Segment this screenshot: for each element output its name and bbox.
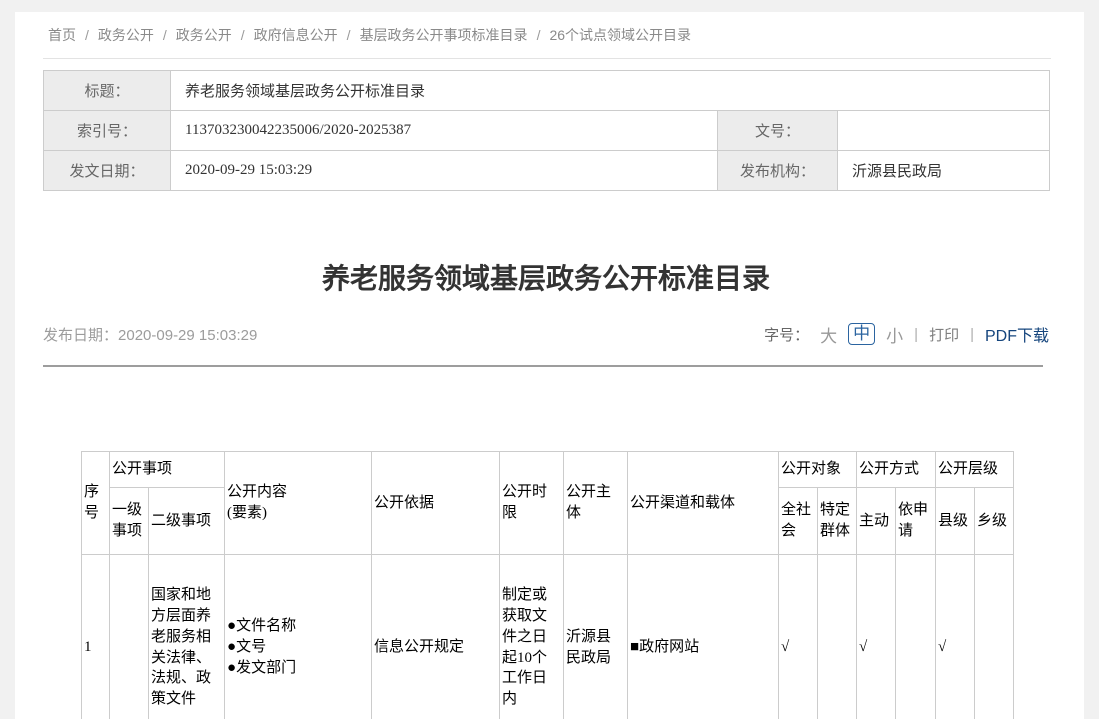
cell-seq: 1 xyxy=(82,555,110,719)
cell-level2: 国家和地方层面养老服务相关法律、法规、政策文件 xyxy=(149,555,225,719)
meta-date-label: 发文日期： xyxy=(44,151,171,191)
toolbar-separator: | xyxy=(970,326,974,343)
cell-content: ●文件名称 ●文号 ●发文部门 xyxy=(225,555,372,719)
catalog-header-row-1: 序号 公开事项 公开内容 (要素) 公开依据 公开时限 公开主体 公开渠道和载体… xyxy=(82,452,1014,488)
font-size-large-button[interactable]: 大 xyxy=(820,322,837,347)
cell-level-township xyxy=(975,555,1014,719)
content-panel: 首页 / 政务公开 / 政务公开 / 政府信息公开 / 基层政务公开事项标准目录… xyxy=(15,12,1084,719)
catalog-table: 序号 公开事项 公开内容 (要素) 公开依据 公开时限 公开主体 公开渠道和载体… xyxy=(81,451,1014,719)
header-level-county: 县级 xyxy=(936,488,975,555)
header-channel: 公开渠道和载体 xyxy=(628,452,779,555)
cell-time-limit: 制定或获取文件之日起10个工作日内 xyxy=(500,555,564,719)
font-size-small-button[interactable]: 小 xyxy=(886,322,903,347)
article-info-bar: 发布日期：2020-09-29 15:03:29 字号： 大 中 小 | 打印 … xyxy=(43,317,1049,351)
meta-org-value: 沂源县民政局 xyxy=(838,151,1050,191)
document-meta-table: 标题： 养老服务领域基层政务公开标准目录 索引号： 11370323004223… xyxy=(43,70,1050,191)
header-subject: 公开主体 xyxy=(564,452,628,555)
header-basis: 公开依据 xyxy=(372,452,500,555)
breadcrumb-item-zwgk2[interactable]: 政务公开 xyxy=(176,26,232,44)
cell-level-county: √ xyxy=(936,555,975,719)
toolbar-separator: | xyxy=(914,326,918,343)
meta-title-value: 养老服务领域基层政务公开标准目录 xyxy=(171,71,1050,111)
header-method-group: 公开方式 xyxy=(857,452,936,488)
cell-method-request xyxy=(896,555,936,719)
meta-docnum-value xyxy=(838,111,1050,151)
breadcrumb: 首页 / 政务公开 / 政务公开 / 政府信息公开 / 基层政务公开事项标准目录… xyxy=(48,26,691,44)
meta-date-value: 2020-09-29 15:03:29 xyxy=(171,151,718,191)
font-size-medium-button[interactable]: 中 xyxy=(848,323,875,346)
meta-docnum-label: 文号： xyxy=(718,111,838,151)
meta-title-label: 标题： xyxy=(44,71,171,111)
breadcrumb-separator: / xyxy=(347,26,351,44)
publish-date: 发布日期：2020-09-29 15:03:29 xyxy=(43,324,257,345)
breadcrumb-separator: / xyxy=(163,26,167,44)
header-method-request: 依申请 xyxy=(896,488,936,555)
header-target-specific: 特定群体 xyxy=(818,488,857,555)
page-title: 养老服务领域基层政务公开标准目录 xyxy=(43,259,1049,299)
header-level1: 一级事项 xyxy=(110,488,149,555)
breadcrumb-item-pilot-catalog[interactable]: 26个试点领域公开目录 xyxy=(549,26,691,44)
publish-date-value: 2020-09-29 15:03:29 xyxy=(118,327,257,344)
breadcrumb-separator: / xyxy=(241,26,245,44)
header-item-group: 公开事项 xyxy=(110,452,225,488)
header-target-all: 全社会 xyxy=(779,488,818,555)
catalog-row: 1 国家和地方层面养老服务相关法律、法规、政策文件 ●文件名称 ●文号 ●发文部… xyxy=(82,555,1014,719)
cell-level1 xyxy=(110,555,149,719)
meta-org-label: 发布机构： xyxy=(718,151,838,191)
meta-row-title: 标题： 养老服务领域基层政务公开标准目录 xyxy=(44,71,1050,111)
header-target-group: 公开对象 xyxy=(779,452,857,488)
font-size-label: 字号： xyxy=(764,324,809,345)
header-time-limit: 公开时限 xyxy=(500,452,564,555)
cell-basis: 信息公开规定 xyxy=(372,555,500,719)
breadcrumb-item-zwgk1[interactable]: 政务公开 xyxy=(98,26,154,44)
meta-index-label: 索引号： xyxy=(44,111,171,151)
breadcrumb-separator: / xyxy=(537,26,541,44)
cell-method-active: √ xyxy=(857,555,896,719)
breadcrumb-item-standard-catalog[interactable]: 基层政务公开事项标准目录 xyxy=(360,26,528,44)
breadcrumb-item-info-disclosure[interactable]: 政府信息公开 xyxy=(254,26,338,44)
header-seq: 序号 xyxy=(82,452,110,555)
meta-index-value: 113703230042235006/2020-2025387 xyxy=(171,111,718,151)
meta-row-date: 发文日期： 2020-09-29 15:03:29 发布机构： 沂源县民政局 xyxy=(44,151,1050,191)
header-level-township: 乡级 xyxy=(975,488,1014,555)
breadcrumb-divider xyxy=(43,58,1051,59)
cell-target-all: √ xyxy=(779,555,818,719)
meta-row-index: 索引号： 113703230042235006/2020-2025387 文号： xyxy=(44,111,1050,151)
header-content: 公开内容 (要素) xyxy=(225,452,372,555)
cell-target-specific xyxy=(818,555,857,719)
print-button[interactable]: 打印 xyxy=(929,324,959,345)
publish-date-label: 发布日期： xyxy=(43,327,118,344)
breadcrumb-separator: / xyxy=(85,26,89,44)
header-method-active: 主动 xyxy=(857,488,896,555)
title-divider xyxy=(43,365,1043,367)
header-level2: 二级事项 xyxy=(149,488,225,555)
cell-subject: 沂源县民政局 xyxy=(564,555,628,719)
header-level-group: 公开层级 xyxy=(936,452,1014,488)
pdf-download-link[interactable]: PDF下载 xyxy=(985,322,1049,346)
article-toolbar: 字号： 大 中 小 | 打印 | PDF下载 xyxy=(764,322,1049,347)
cell-channel: ■政府网站 xyxy=(628,555,779,719)
breadcrumb-item-home[interactable]: 首页 xyxy=(48,26,76,44)
